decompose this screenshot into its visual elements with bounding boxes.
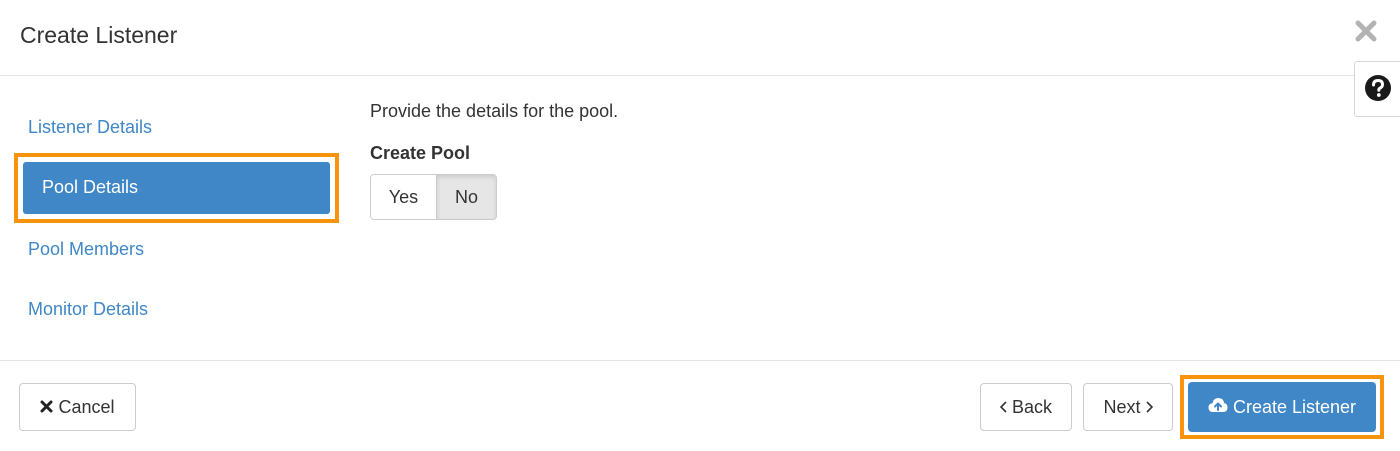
- cloud-upload-icon: [1208, 397, 1228, 418]
- next-button[interactable]: Next: [1083, 383, 1173, 431]
- step-description: Provide the details for the pool.: [370, 101, 619, 121]
- create-listener-button[interactable]: Create Listener: [1188, 382, 1376, 432]
- question-circle-icon: [1365, 75, 1391, 101]
- cancel-button[interactable]: Cancel: [19, 383, 136, 431]
- nav-pool-members[interactable]: Pool Members: [28, 239, 144, 260]
- close-icon[interactable]: [1355, 20, 1377, 42]
- create-pool-yes[interactable]: Yes: [371, 175, 436, 219]
- nav-pool-details[interactable]: Pool Details: [23, 162, 330, 214]
- cancel-label: Cancel: [58, 396, 115, 417]
- chevron-right-icon: [1145, 397, 1153, 418]
- create-pool-no[interactable]: No: [435, 175, 496, 219]
- create-pool-label: Create Pool: [370, 143, 471, 163]
- nav-highlight-frame: Pool Details: [14, 153, 339, 223]
- dialog-footer: Cancel Back Next Create Listener: [0, 360, 1400, 451]
- back-button[interactable]: Back: [980, 383, 1072, 431]
- chevron-left-icon: [999, 397, 1007, 418]
- help-button[interactable]: [1354, 61, 1400, 117]
- create-highlight-frame: Create Listener: [1180, 375, 1384, 439]
- nav-monitor-details[interactable]: Monitor Details: [28, 299, 148, 320]
- create-pool-toggle: Yes No: [370, 174, 497, 220]
- nav-listener-details[interactable]: Listener Details: [28, 117, 152, 138]
- back-label: Back: [1011, 396, 1053, 417]
- create-listener-dialog: Create Listener Listener Details Pool De…: [0, 0, 1400, 451]
- create-listener-label: Create Listener: [1232, 396, 1357, 417]
- dialog-title: Create Listener: [20, 22, 178, 48]
- close-icon: [40, 397, 53, 418]
- next-label: Next: [1103, 396, 1141, 417]
- dialog-header: Create Listener: [0, 0, 1400, 117]
